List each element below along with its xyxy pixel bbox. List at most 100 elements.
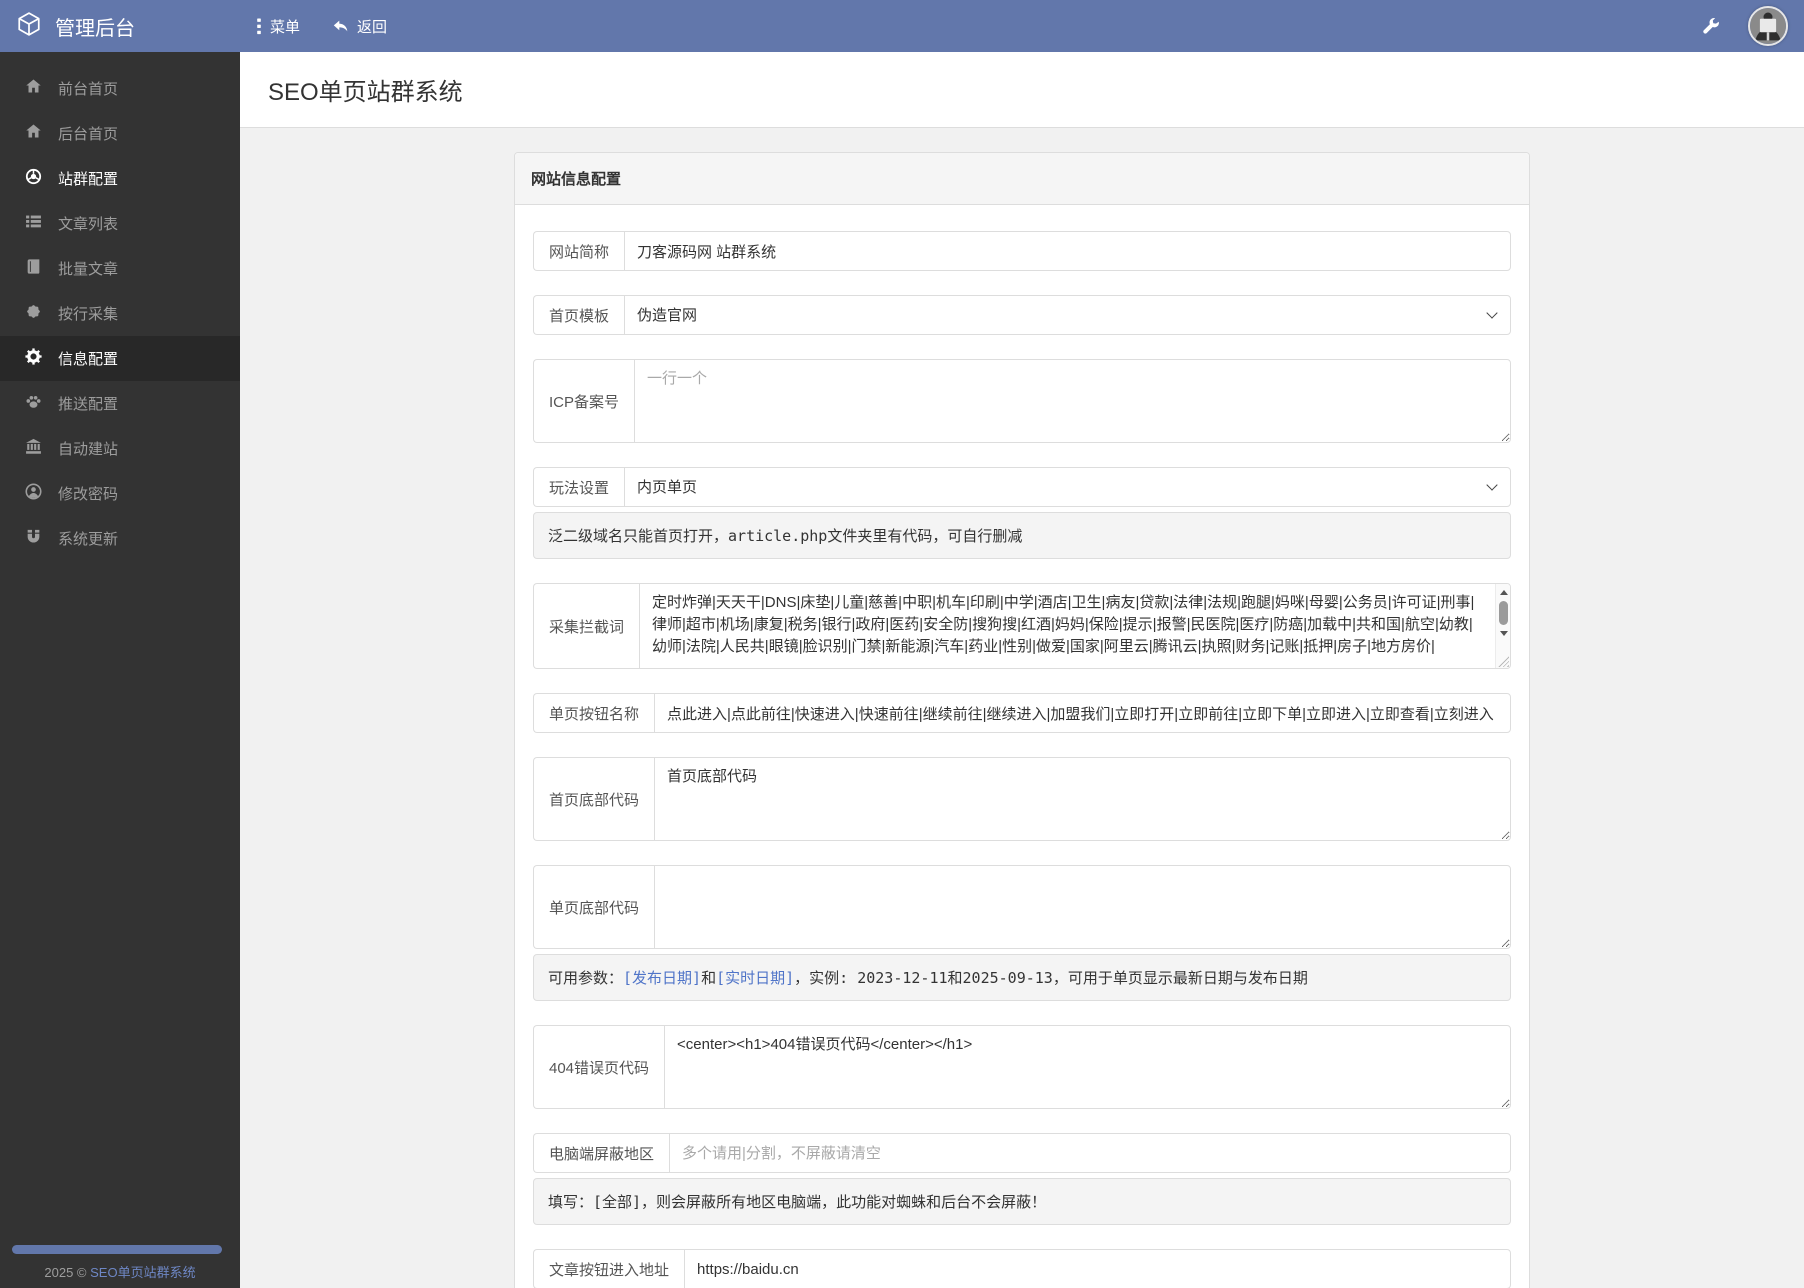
sidebar-item-label: 信息配置: [58, 351, 119, 368]
play-mode-label: 玩法设置: [533, 467, 625, 507]
pc-block-label: 电脑端屏蔽地区: [533, 1133, 670, 1173]
wrench-icon[interactable]: [1702, 17, 1720, 35]
publish-date-link[interactable]: [发布日期]: [623, 969, 701, 987]
error-404-group: 404错误页代码 <center><h1>404错误页代码</center></…: [533, 1025, 1511, 1109]
icp-label: ICP备案号: [533, 359, 635, 443]
sidebar-item-label: 按行采集: [58, 306, 119, 323]
reply-icon: [332, 18, 349, 34]
sidebar-footer: 2025 © SEO单页站群系统: [0, 1262, 240, 1281]
back-label: 返回: [357, 18, 388, 36]
sidebar-item-push-config[interactable]: 推送配置: [0, 381, 240, 426]
sidebar-item-article-list[interactable]: 文章列表: [0, 201, 240, 246]
brand[interactable]: 管理后台: [0, 11, 240, 42]
ellipsis-icon: [256, 18, 262, 35]
home-footer-code-textarea[interactable]: 首页底部代码: [654, 757, 1511, 841]
play-mode-select[interactable]: 内页单页: [624, 467, 1511, 507]
home-icon: [25, 123, 42, 144]
site-name-input[interactable]: [624, 231, 1511, 271]
sidebar-item-label: 前台首页: [58, 81, 119, 98]
textarea-scrollbar[interactable]: [1495, 584, 1510, 668]
cube-icon: [16, 11, 42, 42]
sidebar-item-front-home[interactable]: 前台首页: [0, 66, 240, 111]
article-url-label: 文章按钮进入地址: [533, 1249, 685, 1288]
block-words-label: 采集拦截词: [533, 583, 640, 669]
sidebar-scrollbar[interactable]: [12, 1245, 222, 1254]
panel-title: 网站信息配置: [515, 153, 1529, 205]
pc-block-help: 填写：[全部]，则会屏蔽所有地区电脑端，此功能对蜘蛛和后台不会屏蔽！: [533, 1178, 1511, 1225]
sidebar-item-label: 文章列表: [58, 216, 119, 233]
sidebar-item-label: 批量文章: [58, 261, 119, 278]
avatar[interactable]: [1748, 6, 1788, 46]
button-names-group: 单页按钮名称: [533, 693, 1511, 733]
sidebar-item-info-config[interactable]: 信息配置: [0, 336, 240, 381]
home-footer-code-group: 首页底部代码 首页底部代码: [533, 757, 1511, 841]
sidebar-item-label: 推送配置: [58, 396, 119, 413]
icp-textarea[interactable]: [634, 359, 1511, 443]
help-text: ，实例: 2023-12-11和2025-09-13，可用于单页显示最新日期与发…: [794, 969, 1308, 987]
chrome-icon: [25, 168, 42, 189]
home-template-label: 首页模板: [533, 295, 625, 335]
copyright-text: 2025 ©: [44, 1265, 91, 1280]
sidebar: 前台首页 后台首页 站群配置 文章列表 批量文章 按行采集 信息配置 推送配置: [0, 52, 240, 1288]
sidebar-item-system-update[interactable]: 系统更新: [0, 516, 240, 561]
home-icon: [25, 78, 42, 99]
sidebar-menu: 前台首页 后台首页 站群配置 文章列表 批量文章 按行采集 信息配置 推送配置: [0, 66, 240, 561]
sidebar-item-change-password[interactable]: 修改密码: [0, 471, 240, 516]
back-button[interactable]: 返回: [316, 0, 403, 52]
sidebar-item-label: 站群配置: [58, 171, 119, 188]
paw-icon: [25, 393, 42, 414]
block-words-group: 采集拦截词 定时炸弹|天天干|DNS|床垫|儿童|慈善|中职|机车|印刷|中学|…: [533, 583, 1511, 669]
scroll-up-icon[interactable]: [1499, 590, 1508, 595]
menu-label: 菜单: [270, 18, 301, 36]
help-text: 和: [701, 969, 717, 987]
error-404-label: 404错误页代码: [533, 1025, 665, 1109]
site-name-group: 网站简称: [533, 231, 1511, 271]
sidebar-item-label: 后台首页: [58, 126, 119, 143]
home-template-select[interactable]: 伪造官网: [624, 295, 1511, 335]
footer-link[interactable]: SEO单页站群系统: [90, 1265, 195, 1280]
page-footer-code-label: 单页底部代码: [533, 865, 655, 949]
icp-group: ICP备案号: [533, 359, 1511, 443]
play-mode-help: 泛二级域名只能首页打开，article.php文件夹里有代码，可自行删减: [533, 512, 1511, 559]
home-template-group: 首页模板 伪造官网: [533, 295, 1511, 335]
sidebar-item-auto-build[interactable]: 自动建站: [0, 426, 240, 471]
site-name-label: 网站简称: [533, 231, 625, 271]
main-area: SEO单页站群系统 网站信息配置 网站简称 首页模板: [240, 0, 1804, 1288]
list-icon: [25, 213, 42, 234]
realtime-date-link[interactable]: [实时日期]: [716, 969, 794, 987]
brand-title: 管理后台: [55, 17, 135, 40]
play-mode-group: 玩法设置 内页单页 泛二级域名只能首页打开，article.php文件夹里有代码…: [533, 467, 1511, 559]
sidebar-item-sitegroup-config[interactable]: 站群配置: [0, 156, 240, 201]
page-footer-code-textarea[interactable]: [654, 865, 1511, 949]
page-header: SEO单页站群系统: [240, 52, 1804, 128]
magnet-icon: [25, 528, 42, 549]
sidebar-item-label: 修改密码: [58, 486, 119, 503]
site-info-panel: 网站信息配置 网站简称 首页模板 伪造官网: [514, 152, 1530, 1288]
error-404-textarea[interactable]: <center><h1>404错误页代码</center></h1>: [664, 1025, 1511, 1109]
sidebar-item-label: 自动建站: [58, 441, 119, 458]
gear-icon: [25, 348, 42, 369]
button-names-label: 单页按钮名称: [533, 693, 655, 733]
article-url-input[interactable]: [684, 1249, 1511, 1288]
top-navbar: 管理后台 菜单 返回: [0, 0, 1804, 52]
navbar-right: [1702, 6, 1804, 46]
menu-toggle[interactable]: 菜单: [240, 0, 316, 52]
sidebar-item-admin-home[interactable]: 后台首页: [0, 111, 240, 156]
article-url-group: 文章按钮进入地址 参数：时间[Y],[m],[d],[H],[i],[s](20…: [533, 1249, 1511, 1288]
content-area: 网站信息配置 网站简称 首页模板 伪造官网: [240, 128, 1804, 1288]
bank-icon: [25, 438, 42, 459]
block-words-textarea[interactable]: 定时炸弹|天天干|DNS|床垫|儿童|慈善|中职|机车|印刷|中学|酒店|卫生|…: [639, 583, 1511, 669]
scroll-down-icon[interactable]: [1499, 631, 1508, 636]
sidebar-item-batch-articles[interactable]: 批量文章: [0, 246, 240, 291]
sidebar-item-line-collect[interactable]: 按行采集: [0, 291, 240, 336]
pc-block-input[interactable]: [669, 1133, 1511, 1173]
panel-body: 网站简称 首页模板 伪造官网: [515, 205, 1529, 1288]
user-circle-icon: [25, 483, 42, 504]
button-names-input[interactable]: [654, 693, 1511, 733]
pc-block-group: 电脑端屏蔽地区 填写：[全部]，则会屏蔽所有地区电脑端，此功能对蜘蛛和后台不会屏…: [533, 1133, 1511, 1225]
page-title: SEO单页站群系统: [268, 79, 463, 106]
page-footer-code-group: 单页底部代码 可用参数：[发布日期]和[实时日期]，实例: 2023-12-11…: [533, 865, 1511, 1001]
sidebar-item-label: 系统更新: [58, 531, 119, 548]
date-params-help: 可用参数：[发布日期]和[实时日期]，实例: 2023-12-11和2025-0…: [533, 954, 1511, 1001]
scrollbar-thumb[interactable]: [1499, 601, 1508, 625]
